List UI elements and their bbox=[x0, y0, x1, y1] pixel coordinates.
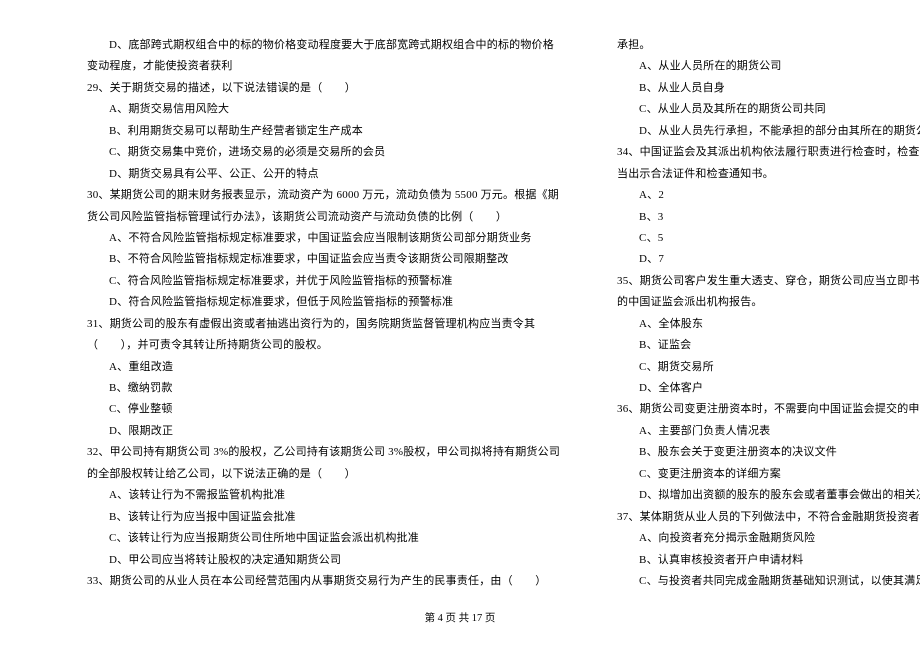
text-line: C、该转让行为应当报期货公司住所地中国证监会派出机构批准 bbox=[65, 528, 560, 549]
text-line: D、全体客户 bbox=[595, 378, 920, 399]
text-line: B、证监会 bbox=[595, 335, 920, 356]
text-line: 33、期货公司的从业人员在本公司经营范围内从事期货交易行为产生的民事责任，由（ … bbox=[65, 571, 560, 592]
text-line: C、5 bbox=[595, 228, 920, 249]
text-line: C、符合风险监管指标规定标准要求，并优于风险监管指标的预警标准 bbox=[65, 271, 560, 292]
text-line: B、3 bbox=[595, 207, 920, 228]
text-line: A、该转让行为不需报监管机构批准 bbox=[65, 485, 560, 506]
text-line: A、向投资者充分揭示金融期货风险 bbox=[595, 528, 920, 549]
text-line: 37、某体期货从业人员的下列做法中，不符合金融期货投资者适当性制度要求的是（ ） bbox=[595, 507, 920, 528]
text-line: B、缴纳罚款 bbox=[65, 378, 560, 399]
text-line: D、底部跨式期权组合中的标的物价格变动程度要大于底部宽跨式期权组合中的标的物价格 bbox=[65, 35, 560, 56]
text-line: A、期货交易信用风险大 bbox=[65, 99, 560, 120]
text-line: 34、中国证监会及其派出机构依法履行职责进行检查时，检查人员不得少于（ ）人，并… bbox=[595, 142, 920, 163]
text-line: D、期货交易具有公平、公正、公开的特点 bbox=[65, 164, 560, 185]
text-line: D、符合风险监管指标规定标准要求，但低于风险监管指标的预警标准 bbox=[65, 292, 560, 313]
text-line: C、变更注册资本的详细方案 bbox=[595, 464, 920, 485]
text-line: 31、期货公司的股东有虚假出资或者抽逃出资行为的，国务院期货监督管理机构应当责令… bbox=[65, 314, 560, 335]
text-line: B、认真审核投资者开户申请材料 bbox=[595, 550, 920, 571]
text-line: B、该转让行为应当报中国证监会批准 bbox=[65, 507, 560, 528]
text-line: D、拟增加出资额的股东的股东会或者董事会做出的相关决议 bbox=[595, 485, 920, 506]
text-line: C、期货交易所 bbox=[595, 357, 920, 378]
text-line: 35、期货公司客户发生重大透支、穿仓，期货公司应当立即书面通知（ ），并向其住所… bbox=[595, 271, 920, 292]
text-line: A、重组改造 bbox=[65, 357, 560, 378]
text-line: 的全部股权转让给乙公司，以下说法正确的是（ ） bbox=[65, 464, 560, 485]
text-line: B、不符合风险监管指标规定标准要求，中国证监会应当责令该期货公司限期整改 bbox=[65, 249, 560, 270]
two-column-layout: D、底部跨式期权组合中的标的物价格变动程度要大于底部宽跨式期权组合中的标的物价格… bbox=[65, 35, 855, 602]
text-line: B、从业人员自身 bbox=[595, 78, 920, 99]
text-line: B、利用期货交易可以帮助生产经营者锁定生产成本 bbox=[65, 121, 560, 142]
text-line: 32、甲公司持有期货公司 3%的股权，乙公司持有该期货公司 3%股权，甲公司拟将… bbox=[65, 442, 560, 463]
text-line: 的中国证监会派出机构报告。 bbox=[595, 292, 920, 313]
text-line: 承担。 bbox=[595, 35, 920, 56]
page-footer: 第 4 页 共 17 页 bbox=[65, 602, 855, 625]
text-line: D、7 bbox=[595, 249, 920, 270]
right-column: 承担。A、从业人员所在的期货公司B、从业人员自身C、从业人员及其所在的期货公司共… bbox=[595, 35, 920, 602]
text-line: D、甲公司应当将转让股权的决定通知期货公司 bbox=[65, 550, 560, 571]
text-line: A、全体股东 bbox=[595, 314, 920, 335]
text-line: 36、期货公司变更注册资本时，不需要向中国证监会提交的申请材料是（ ） bbox=[595, 399, 920, 420]
text-line: A、从业人员所在的期货公司 bbox=[595, 56, 920, 77]
text-line: A、2 bbox=[595, 185, 920, 206]
text-line: 30、某期货公司的期末财务报表显示，流动资产为 6000 万元，流动负债为 55… bbox=[65, 185, 560, 206]
text-line: D、限期改正 bbox=[65, 421, 560, 442]
text-line: （ ），并可责令其转让所持期货公司的股权。 bbox=[65, 335, 560, 356]
text-line: D、从业人员先行承担，不能承担的部分由其所在的期货公司 bbox=[595, 121, 920, 142]
text-line: A、主要部门负责人情况表 bbox=[595, 421, 920, 442]
text-line: C、期货交易集中竞价，进场交易的必须是交易所的会员 bbox=[65, 142, 560, 163]
left-column: D、底部跨式期权组合中的标的物价格变动程度要大于底部宽跨式期权组合中的标的物价格… bbox=[65, 35, 560, 602]
text-line: 29、关于期货交易的描述，以下说法错误的是（ ） bbox=[65, 78, 560, 99]
text-line: C、停业整顿 bbox=[65, 399, 560, 420]
text-line: 变动程度，才能使投资者获利 bbox=[65, 56, 560, 77]
text-line: C、从业人员及其所在的期货公司共同 bbox=[595, 99, 920, 120]
text-line: 当出示合法证件和检查通知书。 bbox=[595, 164, 920, 185]
text-line: A、不符合风险监管指标规定标准要求，中国证监会应当限制该期货公司部分期货业务 bbox=[65, 228, 560, 249]
text-line: C、与投资者共同完成金融期货基础知识测试，以使其满足适当性标准要求 bbox=[595, 571, 920, 592]
text-line: B、股东会关于变更注册资本的决议文件 bbox=[595, 442, 920, 463]
text-line: 货公司风险监管指标管理试行办法》，该期货公司流动资产与流动负债的比例（ ） bbox=[65, 207, 560, 228]
